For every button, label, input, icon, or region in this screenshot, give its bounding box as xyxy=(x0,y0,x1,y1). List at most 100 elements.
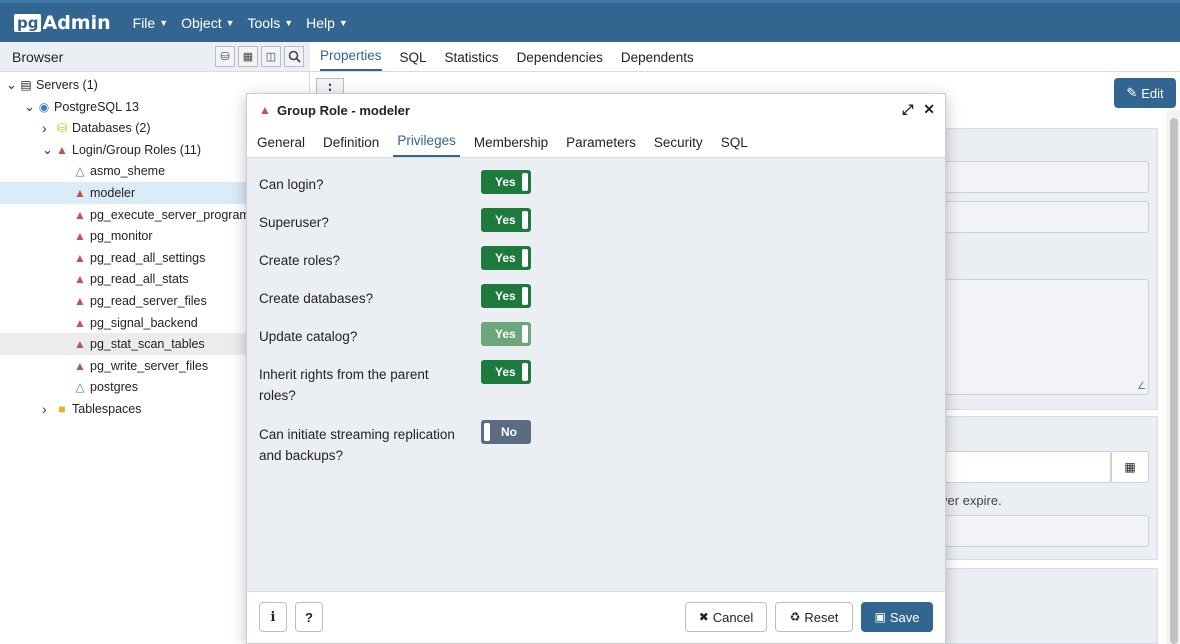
filter-table-icon: ◫ xyxy=(265,51,277,63)
browser-header: Browser ⛁ ▦ ◫ xyxy=(0,42,310,72)
properties-panel: ∠ xyxy=(936,128,1158,410)
dialog-tab-parameters[interactable]: Parameters xyxy=(566,135,636,157)
menu-tools[interactable]: Tools ▼ xyxy=(248,15,294,31)
browser-toolbar: ⛁ ▦ ◫ xyxy=(215,46,304,67)
folder-icon: ■ xyxy=(58,402,66,416)
privilege-label: Update catalog? xyxy=(259,329,358,344)
tree-item-label: pg_stat_scan_tables xyxy=(90,337,205,352)
main-tabs: Properties SQL Statistics Dependencies Depen… xyxy=(310,42,1180,72)
query-tool-button[interactable]: ⛁ xyxy=(215,46,235,67)
chevron-down-icon[interactable]: ⌄ xyxy=(24,99,36,115)
group-role-icon: ▲ xyxy=(74,294,86,308)
roles-icon: ▲ xyxy=(56,142,68,157)
pgadmin-logo: pg Admin xyxy=(14,12,111,34)
filtered-rows-button[interactable]: ◫ xyxy=(261,46,281,67)
view-data-button[interactable]: ▦ xyxy=(238,46,258,67)
calendar-button[interactable]: ▦ xyxy=(1111,451,1149,483)
database-icon: ⛁ xyxy=(220,51,230,63)
toggle-value: Yes xyxy=(495,251,516,265)
menu-help[interactable]: Help ▼ xyxy=(306,15,348,31)
toggle-value: Yes xyxy=(495,365,516,379)
privilege-toggle[interactable]: Yes xyxy=(481,208,531,232)
menu-help-label: Help xyxy=(306,14,335,31)
scrollbar-thumb[interactable] xyxy=(1170,118,1178,644)
tab-properties[interactable]: Properties xyxy=(320,48,382,71)
tab-dependents[interactable]: Dependents xyxy=(621,50,694,71)
dialog-title: Group Role - modeler xyxy=(277,102,410,118)
account-panel: ▦ ver expire. xyxy=(936,416,1158,560)
browser-title: Browser xyxy=(12,48,64,65)
menu-file[interactable]: File ▼ xyxy=(133,15,168,31)
tree-item-label: pg_monitor xyxy=(90,229,153,244)
tree-item-label: pg_execute_server_program xyxy=(90,207,250,222)
privilege-toggle[interactable]: Yes xyxy=(481,246,531,270)
save-button[interactable]: ▣ Save xyxy=(861,602,933,632)
maximize-icon[interactable]: ⤢ xyxy=(902,101,913,118)
dialog-tab-privileges[interactable]: Privileges xyxy=(393,133,460,157)
dialog-tabs: General Definition Privileges Membership Par… xyxy=(247,126,945,158)
tree-item-label: asmo_sheme xyxy=(90,164,166,179)
privilege-toggle[interactable]: Yes xyxy=(481,170,531,194)
help-icon: ? xyxy=(305,609,313,625)
edit-label: Edit xyxy=(1141,85,1164,101)
privilege-label: Can login? xyxy=(259,177,324,192)
close-icon[interactable]: ✕ xyxy=(923,101,935,118)
membership-panel xyxy=(936,568,1158,644)
expiry-help-text: ver expire. xyxy=(941,493,1002,508)
group-role-icon: ▲ xyxy=(74,315,86,330)
tree-item-label: Tablespaces xyxy=(72,402,142,416)
menu-object[interactable]: Object ▼ xyxy=(181,15,234,31)
tree-item-label: PostgreSQL 13 xyxy=(54,99,140,114)
tree-item-label: pg_read_all_stats xyxy=(90,272,189,287)
privilege-toggle[interactable]: No xyxy=(481,420,531,444)
tree-item-label: pg_write_server_files xyxy=(90,358,209,373)
calendar-icon: ▦ xyxy=(1124,460,1136,474)
menubar: pg Admin File ▼ Object ▼ Tools ▼ Help ▼ xyxy=(0,0,1180,42)
privilege-label: Inherit rights from the parent roles? xyxy=(259,367,429,403)
search-objects-button[interactable] xyxy=(284,46,304,67)
privilege-label: Can initiate streaming replication and b… xyxy=(259,427,455,463)
group-role-icon: ▲ xyxy=(74,337,86,352)
privilege-toggle[interactable]: Yes xyxy=(481,360,531,384)
property-field xyxy=(937,515,1149,547)
reset-button[interactable]: ♻ Reset xyxy=(775,602,853,632)
recycle-icon: ♻ xyxy=(789,610,801,624)
tree-item-label: postgres xyxy=(90,380,138,395)
edit-button[interactable]: ✎ Edit xyxy=(1114,78,1176,108)
dialog-tab-membership[interactable]: Membership xyxy=(474,135,548,157)
dialog-title-bar[interactable]: ▲ Group Role - modeler ⤢ ✕ xyxy=(247,94,945,126)
tab-statistics[interactable]: Statistics xyxy=(445,50,499,71)
tree-item-label: Databases (2) xyxy=(72,121,151,136)
cancel-label: Cancel xyxy=(712,609,754,625)
privilege-toggle: Yes xyxy=(481,322,531,346)
logo-pg: pg xyxy=(14,13,42,32)
privilege-label: Create roles? xyxy=(259,253,341,268)
tab-dependencies[interactable]: Dependencies xyxy=(517,50,603,71)
chevron-down-icon[interactable]: ⌄ xyxy=(42,142,54,158)
property-field xyxy=(937,161,1149,193)
group-role-icon: ▲ xyxy=(74,272,86,287)
cancel-button[interactable]: ✖ Cancel xyxy=(685,602,767,632)
toggle-value: Yes xyxy=(495,213,516,227)
tree-item-label: pg_read_all_settings xyxy=(90,250,206,265)
toggle-value: Yes xyxy=(495,175,516,189)
info-button[interactable]: i xyxy=(259,602,287,632)
chevron-down-icon[interactable]: ⌄ xyxy=(6,77,18,93)
reset-label: Reset xyxy=(804,609,839,625)
property-textarea xyxy=(937,279,1149,395)
privilege-toggle[interactable]: Yes xyxy=(481,284,531,308)
save-label: Save xyxy=(889,609,920,625)
help-button[interactable]: ? xyxy=(295,602,323,632)
dialog-tab-definition[interactable]: Definition xyxy=(323,135,379,157)
menu-file-label: File xyxy=(132,14,156,31)
property-field xyxy=(937,201,1149,233)
dialog-tab-sql[interactable]: SQL xyxy=(721,135,748,157)
dialog-tab-general[interactable]: General xyxy=(257,135,305,157)
group-role-icon: ▲ xyxy=(74,250,86,265)
chevron-right-icon[interactable]: › xyxy=(42,120,54,136)
group-role-icon: ▲ xyxy=(74,207,86,222)
tab-sql[interactable]: SQL xyxy=(400,50,427,71)
chevron-right-icon[interactable]: › xyxy=(42,401,54,417)
dialog-controls: ⤢ ✕ xyxy=(902,101,935,118)
dialog-tab-security[interactable]: Security xyxy=(654,135,703,157)
